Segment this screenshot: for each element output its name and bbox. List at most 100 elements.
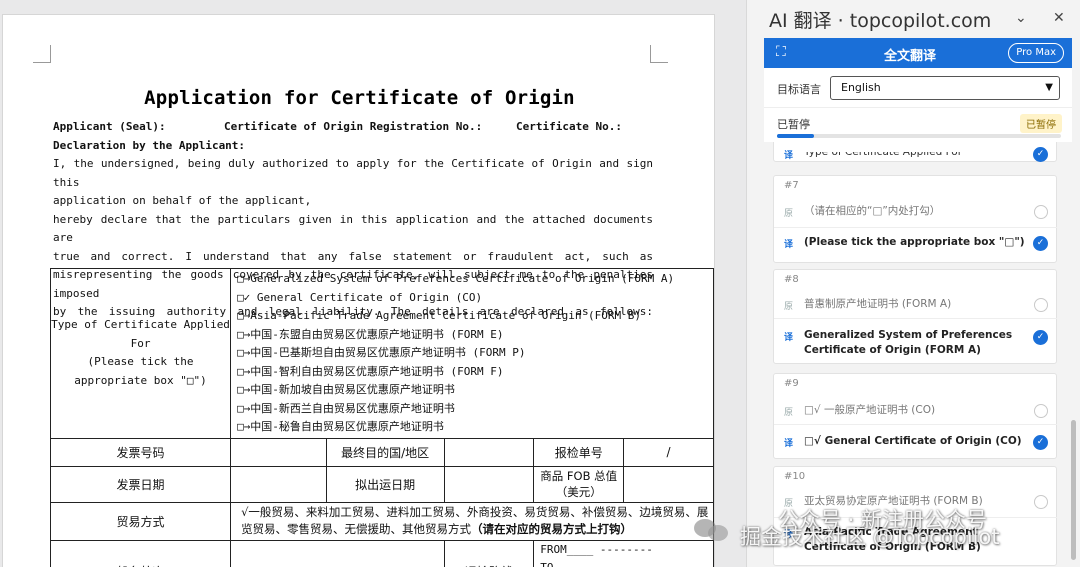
certificate-option[interactable]: □→中国-新加坡自由贸易区优惠原产地证明书 [231,381,713,400]
translation-text: □√ General Certificate of Origin (CO) [804,435,1022,447]
route-label: 运输路线 [443,539,535,567]
ship-date-value[interactable] [443,465,535,503]
type-label-line: Type of Certificate Applied [51,318,230,332]
page-corner-mark [33,45,51,63]
certificate-option[interactable]: □→中国-新西兰自由贸易区优惠原产地证明书 [231,400,713,419]
divider [774,227,1057,228]
translation-card: 译 Type of Certificate Applied For ✓ [773,142,1057,162]
route-to: TO [540,560,554,567]
applicant-label: Applicant (Seal): [53,120,166,133]
translation-tag: 译 [784,240,794,250]
source-tag: 原 [784,408,794,418]
trade-mode-cell[interactable]: √一般贸易、来料加工贸易、进料加工贸易、外商投资、易货贸易、补偿贸易、边境贸易、… [230,501,714,541]
translation-panel: AI 翻译 · topcopilot.com ⌄ ✕ ⛶ 全文翻译 Pro Ma… [746,0,1080,567]
target-language-label: 目标语言 [777,83,821,96]
close-icon[interactable]: ✕ [1053,10,1065,26]
invoice-no-label: 发票号码 [49,437,232,467]
radio-unselected[interactable] [1034,205,1048,219]
inspection-no-value[interactable]: / [623,437,714,467]
declaration-line: hereby declare that the particulars give… [53,212,653,245]
ship-date-label: 拟出运日期 [325,465,445,503]
invoice-date-value[interactable] [230,465,327,503]
chevron-down-icon[interactable]: ⌄ [1015,10,1027,26]
panel-header: AI 翻译 · topcopilot.com [747,0,1080,38]
document-viewer[interactable]: Application for Certificate of Origin Ap… [0,0,746,567]
invoice-no-value[interactable] [230,437,327,467]
translation-text: Generalized System of Preferences Certif… [804,329,1013,356]
progress-bar [777,134,1061,138]
document-title: Application for Certificate of Origin [144,87,575,109]
wechat-logo-icon [694,517,730,543]
card-number: #7 [784,180,799,191]
source-tag: 原 [784,209,794,219]
declaration-heading: Declaration by the Applicant: [53,139,246,152]
inspection-no-label: 报检单号 [533,437,625,467]
target-language-row: 目标语言 English ▼ [764,68,1072,108]
checkmark-icon[interactable]: ✓ [1033,236,1048,251]
watermark: 公众号 · 新注册公众号 掘金技术社区 @Topcopilot [694,508,1080,550]
page-corner-mark [650,45,668,63]
mode-bar: ⛶ 全文翻译 Pro Max [764,38,1072,68]
trade-mode-instruction: （请在对应的贸易方式上打钩） [471,522,633,536]
source-text: （请在相应的“□”内处打勾） [804,205,941,217]
declaration-line: true and correct. I understand that any … [53,249,653,263]
translation-card: #9 原 □√ 一般原产地证明书 (CO) 译 □√ General Certi… [773,373,1057,459]
type-label-line: For [130,336,151,350]
status-text: 已暂停 [777,118,810,131]
certificate-option[interactable]: □→中国-东盟自由贸易区优惠原产地证明书 (FORM E) [231,326,713,345]
card-number: #8 [784,274,799,285]
certificate-option[interactable]: □→Asia-Pacific Trade Agreement Certifica… [231,307,713,326]
certificate-option[interactable]: □✓ General Certificate of Origin (CO) [231,289,713,308]
status-row: 已暂停 已暂停 [764,108,1072,142]
vessel-value[interactable] [230,539,445,567]
translation-tag: 译 [784,439,794,449]
checkmark-icon[interactable]: ✓ [1033,330,1048,345]
invoice-date-label: 发票日期 [49,465,232,503]
type-label-line: appropriate box "□") [74,373,207,387]
certificate-option[interactable]: □→中国-秘鲁自由贸易区优惠原产地证明书 [231,418,713,437]
checkmark-icon[interactable]: ✓ [1033,435,1048,450]
chevron-down-icon: ▼ [1045,82,1053,93]
destination-value[interactable] [443,437,535,467]
progress-fill [777,134,814,138]
route-value[interactable]: FROM____ -------- TO [533,539,714,567]
type-label-line: (Please tick the [87,355,194,369]
certificate-option[interactable]: □→中国-巴基斯坦自由贸易区优惠原产地证明书 (FORM P) [231,344,713,363]
source-text: 普惠制原产地证明书 (FORM A) [804,298,952,310]
radio-unselected[interactable] [1034,404,1048,418]
source-text: □√ 一般原产地证明书 (CO) [804,404,936,416]
status-badge: 已暂停 [1020,114,1062,133]
trade-mode-label: 贸易方式 [49,501,232,541]
translation-tag: 译 [784,151,794,161]
card-number: #10 [784,471,806,482]
destination-label: 最终目的国/地区 [325,437,445,467]
checkmark-icon[interactable]: ✓ [1033,147,1048,162]
translation-card: #7 原 （请在相应的“□”内处打勾） 译 (Please tick the a… [773,175,1057,263]
translation-text: Type of Certificate Applied For [804,146,963,158]
declaration-line: application on behalf of the applicant, [53,194,312,207]
translation-tag: 译 [784,333,794,343]
card-number: #9 [784,378,799,389]
fob-total-label: 商品 FOB 总值（美元） [533,465,625,503]
translation-text: (Please tick the appropriate box "□") [804,236,1025,248]
certificate-option[interactable]: □→Generalized System of Preferences Cert… [231,270,713,289]
type-label-cell: Type of Certificate Applied For (Please … [49,268,232,439]
radio-unselected[interactable] [1034,298,1048,312]
application-form-table: Type of Certificate Applied For (Please … [49,268,714,567]
radio-unselected[interactable] [1034,495,1048,509]
pro-badge[interactable]: Pro Max [1008,43,1064,63]
certificate-no-label: Certificate No.: [516,120,622,133]
fob-total-value[interactable] [623,465,714,503]
divider [774,424,1057,425]
panel-title: AI 翻译 · topcopilot.com [769,9,992,32]
divider [774,318,1057,319]
route-from: FROM____ -------- [540,542,653,556]
vessel-label: 船名航次 [49,539,232,567]
translation-card: #8 原 普惠制原产地证明书 (FORM A) 译 Generalized Sy… [773,269,1057,364]
declaration-line: I, the undersigned, being duly authorize… [53,157,653,189]
certificate-option[interactable]: □→中国-智利自由贸易区优惠原产地证明书 (FORM F) [231,363,713,382]
document-page: Application for Certificate of Origin Ap… [2,14,715,567]
source-tag: 原 [784,302,794,312]
target-language-select[interactable]: English ▼ [830,76,1060,100]
target-language-value: English [841,81,881,94]
